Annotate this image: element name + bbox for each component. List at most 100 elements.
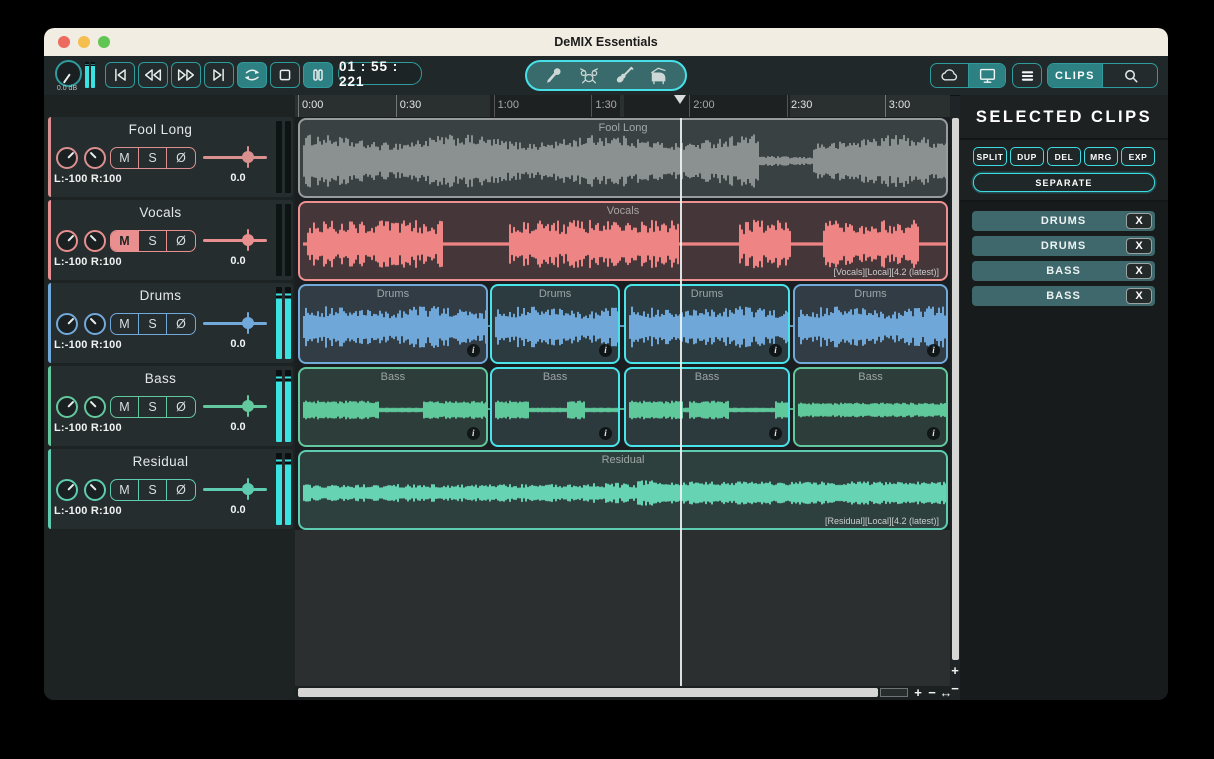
skip-end-button[interactable]	[204, 62, 234, 88]
zoom-in-button[interactable]: +	[911, 686, 925, 700]
clip-info-icon[interactable]: i	[927, 427, 940, 440]
clip-info-icon[interactable]: i	[927, 344, 940, 357]
pan-left-knob[interactable]	[56, 479, 78, 501]
playhead-marker[interactable]	[674, 95, 686, 104]
loop-button[interactable]	[237, 62, 267, 88]
gain-slider[interactable]	[203, 156, 267, 159]
selected-clip-item[interactable]: BASSX	[972, 286, 1155, 306]
timeline-ruler[interactable]: 0:000:301:001:302:002:303:00	[295, 95, 950, 118]
clip-selected[interactable]: Bassi	[624, 367, 790, 447]
solo-button[interactable]: S	[139, 397, 167, 417]
clip[interactable]: Vocals[Vocals][Local][4.2 (latest)]	[298, 201, 948, 281]
gain-value: 0.0	[218, 504, 258, 516]
local-device-button[interactable]	[968, 64, 1005, 87]
del-clip-button[interactable]: DEL	[1047, 147, 1081, 166]
clip-info-icon[interactable]: i	[467, 427, 480, 440]
pan-right-knob[interactable]	[84, 479, 106, 501]
pan-right-knob[interactable]	[84, 230, 106, 252]
clip-selected[interactable]: Drumsi	[624, 284, 790, 364]
exp-clip-button[interactable]: EXP	[1121, 147, 1155, 166]
solo-button[interactable]: S	[139, 480, 167, 500]
selected-clip-item[interactable]: DRUMSX	[972, 211, 1155, 231]
remove-clip-button[interactable]: X	[1126, 288, 1152, 304]
remove-clip-button[interactable]: X	[1126, 263, 1152, 279]
menu-button[interactable]	[1012, 63, 1042, 88]
solo-button[interactable]: S	[139, 148, 167, 168]
clip[interactable]: Bassi	[298, 367, 488, 447]
fast-forward-button[interactable]	[171, 62, 201, 88]
mute-button[interactable]: M	[111, 231, 139, 251]
clip-selected[interactable]: Drumsi	[490, 284, 620, 364]
panel-divider	[960, 138, 1168, 140]
clip[interactable]: Fool Long	[298, 118, 948, 198]
gain-slider-handle[interactable]	[242, 234, 254, 246]
pan-left-knob[interactable]	[56, 313, 78, 335]
mute-button[interactable]: M	[111, 148, 139, 168]
pan-right-knob[interactable]	[84, 396, 106, 418]
clip-info-icon[interactable]: i	[769, 427, 782, 440]
clip-info-icon[interactable]: i	[769, 344, 782, 357]
gain-slider-handle[interactable]	[242, 400, 254, 412]
cloud-button[interactable]	[931, 64, 968, 87]
clip[interactable]: Residual[Residual][Local][4.2 (latest)]	[298, 450, 948, 530]
selected-clip-item[interactable]: BASSX	[972, 261, 1155, 281]
gain-slider-handle[interactable]	[242, 483, 254, 495]
phase-button[interactable]: Ø	[167, 231, 195, 251]
search-button[interactable]	[1102, 64, 1157, 87]
split-clip-button[interactable]: SPLIT	[973, 147, 1007, 166]
mrg-clip-button[interactable]: MRG	[1084, 147, 1118, 166]
h-scroll-thumb[interactable]	[298, 688, 878, 697]
remove-clip-button[interactable]: X	[1126, 213, 1152, 229]
knob-pointer	[89, 234, 96, 241]
clip-info-icon[interactable]: i	[599, 344, 612, 357]
phase-button[interactable]: Ø	[167, 480, 195, 500]
selected-clip-item[interactable]: DRUMSX	[972, 236, 1155, 256]
storage-toggle-group	[930, 63, 1006, 88]
gain-slider-handle[interactable]	[242, 151, 254, 163]
pan-right-knob[interactable]	[84, 147, 106, 169]
skip-start-button[interactable]	[105, 62, 135, 88]
separate-button[interactable]: SEPARATE	[973, 173, 1155, 192]
rewind-button[interactable]	[138, 62, 168, 88]
phase-button[interactable]: Ø	[167, 397, 195, 417]
gain-slider[interactable]	[203, 488, 267, 491]
clip-name: Drums	[795, 288, 946, 300]
mute-button[interactable]: M	[111, 480, 139, 500]
main-toolbar: 0.0 dB 01 : 55 : 221 CLI	[44, 56, 1168, 96]
separation-sources-button[interactable]	[525, 60, 687, 91]
gain-value: 0.0	[218, 255, 258, 267]
mute-button[interactable]: M	[111, 397, 139, 417]
clip[interactable]: Drums i	[793, 284, 948, 364]
clip-info-icon[interactable]: i	[467, 344, 480, 357]
track-header-residual: ResidualMSØL:-100 R:1000.0	[48, 449, 293, 529]
zoom-out-button[interactable]: −	[925, 686, 939, 700]
master-volume-knob[interactable]	[55, 60, 82, 87]
gain-slider[interactable]	[203, 322, 267, 325]
clip-info-icon[interactable]: i	[599, 427, 612, 440]
clips-view-button[interactable]: CLIPS	[1048, 64, 1102, 87]
pause-button[interactable]	[303, 62, 333, 88]
clip[interactable]: Bassi	[793, 367, 948, 447]
clip-selected[interactable]: Bassi	[490, 367, 620, 447]
gain-slider[interactable]	[203, 405, 267, 408]
track-meter-right	[285, 121, 291, 193]
clip[interactable]: Drumsi	[298, 284, 488, 364]
gain-slider[interactable]	[203, 239, 267, 242]
gain-slider-handle[interactable]	[242, 317, 254, 329]
solo-button[interactable]: S	[139, 231, 167, 251]
vertical-scrollbar[interactable]: + −	[951, 118, 960, 700]
mute-button[interactable]: M	[111, 314, 139, 334]
clip-row-bass: BassiBassiBassiBassi	[295, 367, 950, 447]
pan-left-knob[interactable]	[56, 396, 78, 418]
pan-left-knob[interactable]	[56, 230, 78, 252]
phase-button[interactable]: Ø	[167, 148, 195, 168]
pan-right-knob[interactable]	[84, 313, 106, 335]
phase-button[interactable]: Ø	[167, 314, 195, 334]
solo-button[interactable]: S	[139, 314, 167, 334]
remove-clip-button[interactable]: X	[1126, 238, 1152, 254]
v-scroll-thumb[interactable]	[952, 118, 959, 660]
pan-left-knob[interactable]	[56, 147, 78, 169]
horizontal-scrollbar[interactable]: + − ↔	[295, 686, 950, 700]
dup-clip-button[interactable]: DUP	[1010, 147, 1044, 166]
stop-button[interactable]	[270, 62, 300, 88]
